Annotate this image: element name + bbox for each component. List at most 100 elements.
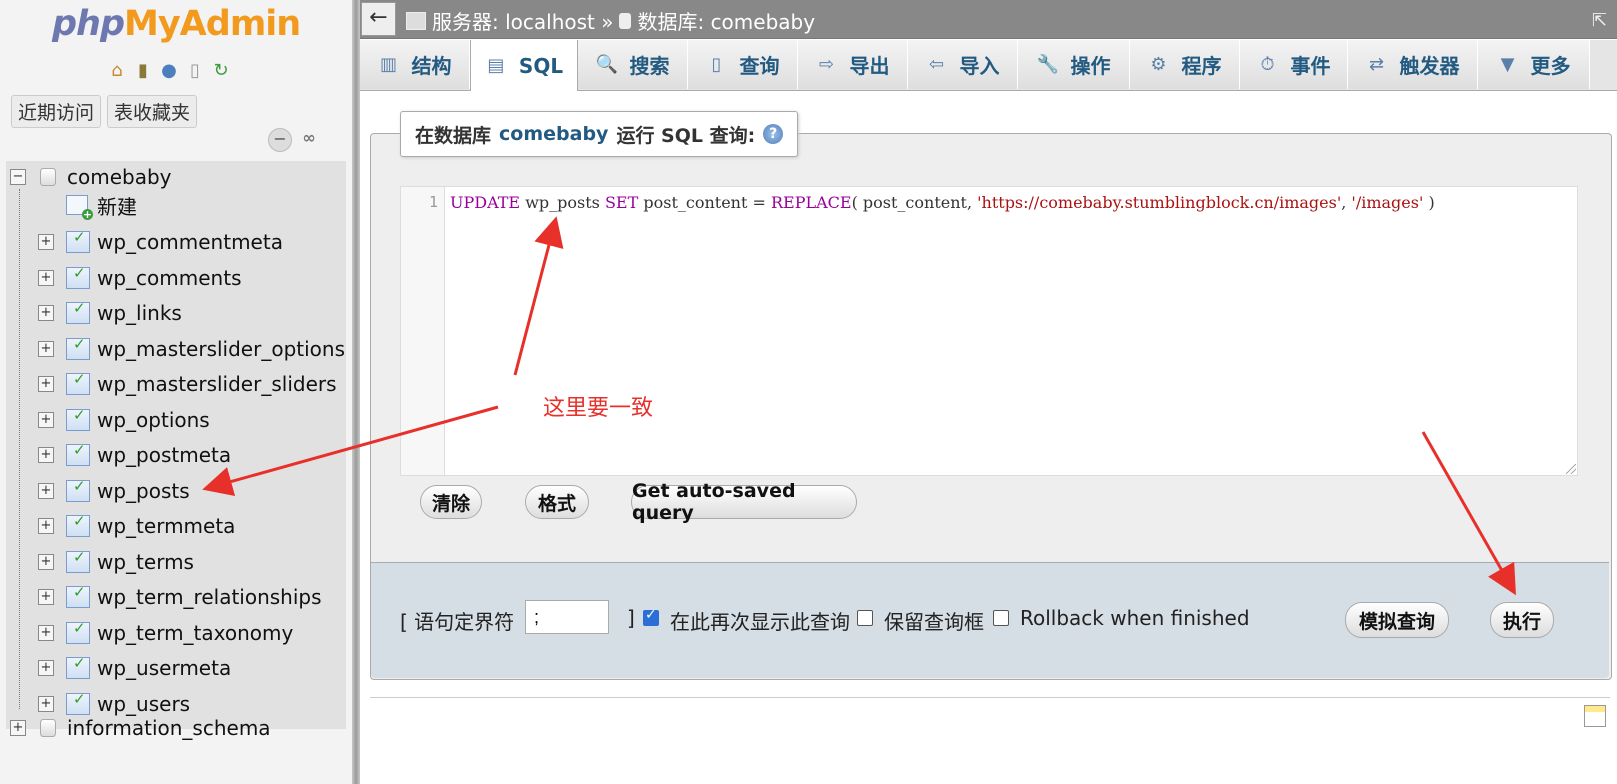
tab-9[interactable]: ⇄ 触发器	[1348, 40, 1478, 89]
table-name[interactable]: wp_users	[97, 692, 190, 716]
expand-icon[interactable]: +	[38, 695, 54, 712]
help-icon[interactable]: ●	[158, 60, 180, 82]
database-icon	[619, 12, 632, 29]
expand-icon[interactable]: +	[38, 553, 54, 570]
expand-icon[interactable]: +	[38, 518, 54, 534]
phpmyadmin-logo[interactable]: phpMyAdmin	[52, 4, 301, 44]
reload-icon[interactable]: ↻	[210, 60, 232, 82]
docs-icon[interactable]: ▯	[184, 60, 206, 82]
simulate-query-button[interactable]: 模拟查询	[1345, 602, 1449, 638]
format-button[interactable]: 格式	[525, 485, 589, 519]
tab-2[interactable]: 🔍 搜索	[578, 40, 688, 89]
tab-5[interactable]: ⇦ 导入	[908, 40, 1018, 89]
table-icon	[66, 548, 90, 573]
table-name[interactable]: wp_term_taxonomy	[97, 621, 293, 645]
console-icon[interactable]	[1584, 705, 1606, 727]
expand-icon[interactable]: +	[38, 447, 54, 463]
show-again-label[interactable]: 在此再次显示此查询	[670, 606, 850, 635]
nav-resize-handle[interactable]	[352, 0, 360, 784]
home-icon[interactable]: ⌂	[106, 60, 128, 82]
get-autosaved-query-button[interactable]: Get auto-saved query	[631, 480, 857, 524]
editor-resize-handle[interactable]	[1566, 464, 1576, 474]
table-name[interactable]: wp_commentmeta	[97, 230, 283, 254]
link-icon[interactable]: ∞	[298, 128, 320, 150]
table-icon	[66, 370, 90, 395]
sql-punct: )	[1423, 193, 1435, 212]
server-icon	[406, 11, 426, 30]
table-name[interactable]: wp_term_relationships	[97, 585, 322, 609]
nav-tab-bar: 近期访问 表收藏夹	[11, 95, 198, 128]
table-name[interactable]: wp_postmeta	[97, 443, 231, 467]
go-button[interactable]: 执行	[1490, 602, 1554, 638]
table-name[interactable]: wp_termmeta	[97, 514, 235, 538]
favorites-tab[interactable]: 表收藏夹	[107, 95, 198, 128]
nav-quick-icons: ⌂ ▮ ● ▯ ↻	[106, 60, 232, 82]
collapse-nav-button[interactable]: ←	[361, 2, 396, 36]
tab-label: 操作	[1070, 54, 1111, 78]
tab-1[interactable]: ▤ SQL	[470, 40, 578, 91]
table-name[interactable]: wp_terms	[97, 550, 194, 574]
logo-myadmin-text: MyAdmin	[124, 4, 301, 44]
collapse-icon[interactable]: −	[10, 169, 26, 185]
logout-icon[interactable]: ▮	[132, 60, 154, 82]
table-name[interactable]: wp_options	[97, 408, 210, 432]
sql-identifier: ( post_content,	[851, 193, 978, 212]
expand-icon[interactable]: +	[38, 234, 54, 250]
tab-label: 触发器	[1399, 54, 1460, 78]
db-name[interactable]: comebaby	[67, 165, 172, 189]
line-gutter: 1	[401, 187, 445, 475]
expand-icon[interactable]: +	[38, 340, 54, 357]
new-table-label[interactable]: 新建	[97, 191, 137, 220]
tab-label: 结构	[411, 54, 452, 78]
table-name[interactable]: wp_masterslider_options	[97, 337, 345, 361]
tab-7[interactable]: ⚙ 程序	[1130, 40, 1240, 89]
breadcrumb-server[interactable]: 服务器: localhost »	[432, 6, 613, 35]
table-name[interactable]: wp_masterslider_sliders	[97, 372, 337, 396]
help-icon[interactable]: ?	[763, 124, 784, 144]
expand-icon[interactable]: +	[38, 411, 54, 428]
rollback-label[interactable]: Rollback when finished	[1020, 606, 1250, 630]
tab-10[interactable]: ▼ 更多	[1478, 40, 1590, 89]
table-icon	[66, 335, 90, 360]
tab-4[interactable]: ⇨ 导出	[798, 40, 908, 89]
delimiter-input[interactable]	[525, 600, 609, 634]
sql-editor[interactable]: 1 UPDATE wp_posts SET post_content = REP…	[400, 186, 1578, 476]
expand-icon[interactable]: +	[38, 376, 54, 392]
db-name[interactable]: information_schema	[67, 716, 271, 740]
expand-icon[interactable]: +	[38, 589, 54, 605]
collapse-all-icon[interactable]: −	[268, 128, 292, 152]
recent-tab[interactable]: 近期访问	[11, 95, 102, 128]
tab-3[interactable]: ▯ 查询	[688, 40, 798, 89]
expand-icon[interactable]: +	[10, 720, 26, 736]
tab-6[interactable]: 🔧 操作	[1018, 40, 1130, 89]
table-name[interactable]: wp_usermeta	[97, 656, 231, 680]
table-name[interactable]: wp_posts	[97, 479, 190, 503]
table-name[interactable]: wp_comments	[97, 266, 242, 290]
expand-icon[interactable]: +	[38, 269, 54, 286]
logo-php-text: php	[52, 4, 125, 44]
sql-function: REPLACE	[770, 193, 852, 212]
expand-icon[interactable]: +	[38, 305, 54, 321]
tab-label: 事件	[1290, 54, 1331, 78]
table-name[interactable]: wp_links	[97, 301, 182, 325]
table-icon	[66, 654, 90, 679]
sql-query-text[interactable]: UPDATE wp_posts SET post_content = REPLA…	[450, 193, 1435, 212]
search-icon: 🔍	[595, 53, 618, 75]
delimiter-close: ]	[627, 606, 635, 630]
tab-0[interactable]: ▥ 结构	[360, 40, 470, 89]
show-again-checkbox[interactable]	[643, 607, 659, 626]
expand-icon[interactable]: +	[38, 624, 54, 641]
query-icon: ▯	[711, 53, 722, 75]
tab-8[interactable]: ⏱ 事件	[1240, 40, 1348, 89]
table-icon	[66, 406, 90, 431]
clear-button[interactable]: 清除	[420, 485, 482, 519]
expand-icon[interactable]: +	[38, 482, 54, 499]
rollback-checkbox[interactable]	[993, 610, 1009, 626]
breadcrumb-database[interactable]: 数据库: comebaby	[637, 6, 815, 35]
retain-box-checkbox[interactable]	[857, 610, 873, 626]
expand-icon[interactable]: +	[38, 660, 54, 676]
sql-string: '/images'	[1351, 193, 1424, 212]
database-icon	[40, 719, 56, 737]
retain-box-label[interactable]: 保留查询框	[884, 606, 984, 635]
maximize-icon[interactable]: ⇱	[1592, 10, 1607, 31]
